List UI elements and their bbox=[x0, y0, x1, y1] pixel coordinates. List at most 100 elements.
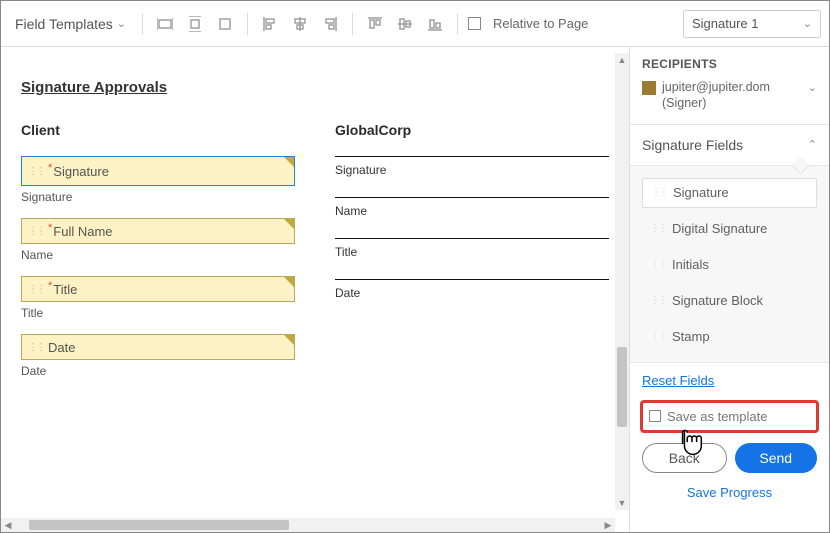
square-icon bbox=[468, 17, 481, 30]
scroll-thumb[interactable] bbox=[617, 347, 627, 427]
save-as-template-row[interactable]: Save as template bbox=[640, 400, 819, 433]
action-buttons: Back Send bbox=[630, 433, 829, 477]
palette-stamp[interactable]: ⋮⋮ Stamp bbox=[642, 322, 817, 352]
grip-icon: ⋮⋮ bbox=[650, 295, 666, 306]
align-center-h-icon[interactable] bbox=[288, 12, 312, 36]
align-center-v-icon[interactable] bbox=[393, 12, 417, 36]
globalcorp-header: GlobalCorp bbox=[335, 122, 609, 138]
grip-icon: ⋮⋮ bbox=[28, 342, 44, 353]
palette-signature-block[interactable]: ⋮⋮ Signature Block bbox=[642, 286, 817, 316]
scroll-track[interactable] bbox=[615, 67, 629, 496]
fullname-field[interactable]: ⋮⋮ * Full Name bbox=[21, 218, 295, 244]
relative-to-page-toggle[interactable]: Relative to Page bbox=[493, 16, 588, 31]
checkbox-icon[interactable] bbox=[649, 410, 661, 422]
name-line bbox=[335, 197, 609, 198]
client-column: Client ⋮⋮ * Signature Signature ⋮⋮ * Ful… bbox=[21, 122, 295, 392]
date-field[interactable]: ⋮⋮ Date bbox=[21, 334, 295, 360]
palette-label: Signature Block bbox=[672, 293, 763, 308]
grip-icon: ⋮⋮ bbox=[651, 187, 667, 198]
align-both-icon[interactable] bbox=[213, 12, 237, 36]
recipients-header: RECIPIENTS bbox=[642, 57, 817, 71]
field-label: Title bbox=[53, 282, 77, 297]
signature-fields-header[interactable]: Signature Fields ⌃ bbox=[630, 124, 829, 166]
separator bbox=[457, 13, 458, 35]
palette-label: Initials bbox=[672, 257, 709, 272]
scroll-left-icon[interactable]: ◀ bbox=[1, 520, 15, 531]
separator bbox=[142, 13, 143, 35]
top-toolbar: Field Templates ⌄ Relative to Page Signa… bbox=[1, 1, 829, 47]
grip-icon: ⋮⋮ bbox=[650, 331, 666, 342]
recipient-color-swatch bbox=[642, 81, 656, 95]
save-progress-link[interactable]: Save Progress bbox=[630, 477, 829, 508]
separator bbox=[352, 13, 353, 35]
grip-icon: ⋮⋮ bbox=[28, 166, 44, 177]
scroll-down-icon[interactable]: ▼ bbox=[615, 496, 629, 510]
scroll-right-icon[interactable]: ▶ bbox=[601, 520, 615, 531]
field-templates-dropdown[interactable]: Field Templates ⌄ bbox=[9, 12, 132, 36]
align-right-icon[interactable] bbox=[318, 12, 342, 36]
caption-name: Name bbox=[335, 204, 609, 218]
save-progress-label: Save Progress bbox=[687, 485, 772, 500]
field-label: Full Name bbox=[53, 224, 112, 239]
hscroll-track[interactable] bbox=[15, 518, 601, 532]
save-as-template-label: Save as template bbox=[667, 409, 767, 424]
title-field[interactable]: ⋮⋮ * Title bbox=[21, 276, 295, 302]
palette-digital-signature[interactable]: ⋮⋮ Digital Signature bbox=[642, 214, 817, 244]
field-templates-label: Field Templates bbox=[15, 16, 113, 32]
caption-name: Name bbox=[21, 248, 295, 262]
document-canvas[interactable]: Signature Approvals Client ⋮⋮ * Signatur… bbox=[1, 47, 629, 532]
signer-select[interactable]: Signature 1 ⌄ bbox=[683, 10, 821, 38]
caption-signature: Signature bbox=[335, 163, 609, 177]
align-left-icon[interactable] bbox=[258, 12, 282, 36]
caption-title: Title bbox=[335, 245, 609, 259]
signature-line bbox=[335, 156, 609, 157]
corner-icon bbox=[284, 335, 294, 345]
field-label: Signature bbox=[53, 164, 109, 179]
align-width-icon[interactable] bbox=[153, 12, 177, 36]
palette-signature[interactable]: ⋮⋮ Signature bbox=[642, 178, 817, 208]
horizontal-scrollbar[interactable]: ◀ ▶ bbox=[1, 518, 615, 532]
field-label: Date bbox=[48, 340, 75, 355]
field-palette: ⋮⋮ Signature ⋮⋮ Digital Signature ⋮⋮ Ini… bbox=[630, 166, 829, 363]
align-top-icon[interactable] bbox=[363, 12, 387, 36]
align-height-icon[interactable] bbox=[183, 12, 207, 36]
palette-label: Stamp bbox=[672, 329, 710, 344]
chevron-up-icon: ⌃ bbox=[808, 138, 817, 151]
back-button[interactable]: Back bbox=[642, 443, 727, 473]
scroll-up-icon[interactable]: ▲ bbox=[615, 53, 629, 67]
grip-icon: ⋮⋮ bbox=[28, 226, 44, 237]
send-button[interactable]: Send bbox=[735, 443, 818, 473]
palette-label: Digital Signature bbox=[672, 221, 767, 236]
separator bbox=[247, 13, 248, 35]
date-line bbox=[335, 279, 609, 280]
recipient-text: jupiter@jupiter.dom (Signer) bbox=[662, 79, 802, 112]
vertical-scrollbar[interactable]: ▲ ▼ bbox=[615, 53, 629, 510]
align-bottom-icon[interactable] bbox=[423, 12, 447, 36]
chevron-down-icon: ⌄ bbox=[117, 17, 126, 30]
signature-field[interactable]: ⋮⋮ * Signature bbox=[21, 156, 295, 186]
caption-date: Date bbox=[21, 364, 295, 378]
required-icon: * bbox=[48, 222, 52, 234]
chevron-down-icon: ⌄ bbox=[803, 17, 812, 30]
back-label: Back bbox=[669, 450, 700, 466]
send-label: Send bbox=[759, 450, 792, 466]
palette-initials[interactable]: ⋮⋮ Initials bbox=[642, 250, 817, 280]
required-icon: * bbox=[48, 162, 52, 174]
right-panel: RECIPIENTS jupiter@jupiter.dom (Signer) … bbox=[629, 47, 829, 532]
recipients-section: RECIPIENTS jupiter@jupiter.dom (Signer) … bbox=[630, 47, 829, 124]
caption-signature: Signature bbox=[21, 190, 295, 204]
reset-fields-label: Reset Fields bbox=[642, 373, 714, 388]
recipient-row[interactable]: jupiter@jupiter.dom (Signer) ⌄ bbox=[642, 79, 817, 120]
relative-to-page-label: Relative to Page bbox=[493, 16, 588, 31]
corner-icon bbox=[284, 157, 294, 167]
hscroll-thumb[interactable] bbox=[29, 520, 289, 530]
recipient-email: jupiter@jupiter.dom bbox=[662, 80, 770, 94]
reset-fields-link[interactable]: Reset Fields bbox=[630, 363, 829, 394]
corner-icon bbox=[284, 219, 294, 229]
document-canvas-wrap: Signature Approvals Client ⋮⋮ * Signatur… bbox=[1, 47, 629, 532]
chevron-down-icon: ⌄ bbox=[808, 81, 817, 94]
signer-select-value: Signature 1 bbox=[692, 16, 759, 31]
globalcorp-column: GlobalCorp Signature Name Title Date bbox=[335, 122, 609, 392]
caption-title: Title bbox=[21, 306, 295, 320]
corner-icon bbox=[284, 277, 294, 287]
